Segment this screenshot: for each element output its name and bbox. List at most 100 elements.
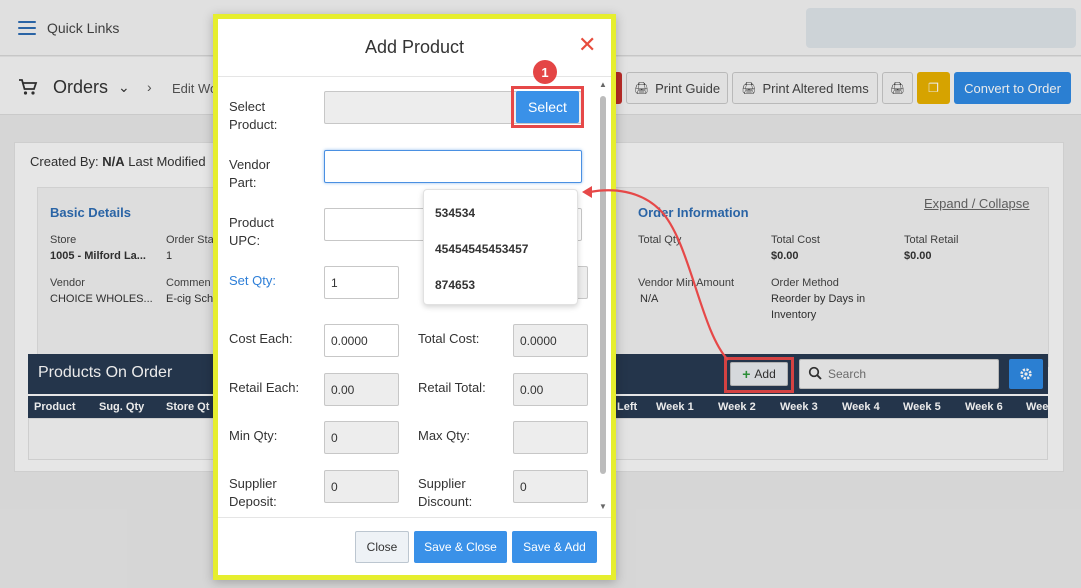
search-box[interactable] — [799, 359, 999, 389]
column-header[interactable]: Store Qt — [166, 401, 209, 413]
supplier-discount-field — [513, 470, 588, 503]
max-qty-label: Max Qty: — [418, 428, 471, 443]
cost-each-label: Cost Each: — [229, 331, 293, 346]
settings-button[interactable] — [1009, 359, 1043, 389]
column-header[interactable]: Product — [34, 401, 76, 413]
column-header[interactable]: Week 5 — [903, 401, 941, 413]
retail-total-field — [513, 373, 588, 406]
scroll-thumb[interactable] — [600, 96, 606, 474]
supplier-deposit-label-line1: Supplier — [229, 476, 277, 491]
search-icon — [808, 366, 822, 380]
print-guide-button[interactable]: 🖨 Print Guide — [626, 72, 728, 104]
modal-footer: Close Save & Close Save & Add — [218, 517, 611, 575]
column-header[interactable]: Week 2 — [718, 401, 756, 413]
select-product-label-line1: Select — [229, 99, 266, 114]
created-by-value: N/A — [102, 154, 125, 169]
vendor-value: CHOICE WHOLES... — [50, 293, 153, 305]
print-guide-label: Print Guide — [655, 80, 721, 96]
store-value: 1005 - Milford La... — [50, 250, 146, 262]
scroll-down-icon[interactable]: ▼ — [598, 502, 608, 511]
max-qty-field — [513, 421, 588, 454]
save-and-add-button[interactable]: Save & Add — [512, 531, 597, 563]
convert-to-order-button[interactable]: Convert to Order — [954, 72, 1071, 104]
copy-button[interactable]: ❐ — [917, 72, 950, 104]
chevron-down-icon[interactable]: ⌄ — [118, 79, 130, 96]
suggestion-item[interactable]: 874653 — [435, 278, 475, 292]
cart-icon — [19, 79, 38, 95]
select-product-label-line2: Product: — [229, 117, 278, 132]
products-on-order-title: Products On Order — [38, 364, 173, 381]
column-header[interactable]: Sug. Qty — [99, 401, 144, 413]
modal-scrollbar[interactable]: ▲ ▼ — [598, 80, 608, 514]
suggestion-item[interactable]: 45454545453457 — [435, 242, 528, 256]
created-by-prefix: Created By: — [30, 154, 103, 169]
last-modified-label: Last Modified — [124, 154, 206, 169]
column-header[interactable]: Week 1 — [656, 401, 694, 413]
save-and-close-button[interactable]: Save & Close — [414, 531, 507, 563]
printer-icon: 🖨 — [633, 81, 650, 95]
scroll-up-icon[interactable]: ▲ — [598, 80, 608, 89]
close-button[interactable]: Close — [355, 531, 409, 563]
set-qty-input[interactable] — [324, 266, 399, 299]
quick-links-label[interactable]: Quick Links — [47, 20, 119, 36]
retail-each-field — [324, 373, 399, 406]
print-altered-items-button[interactable]: 🖨 Print Altered Items — [732, 72, 878, 104]
supplier-discount-label: Supplier Discount: — [418, 475, 472, 511]
modal-title: Add Product — [364, 37, 465, 57]
total-qty-label: Total Qty — [638, 234, 682, 246]
supplier-deposit-field — [324, 470, 399, 503]
select-product-label: Select Product: — [229, 98, 277, 134]
set-qty-link[interactable]: Set Qty: — [229, 272, 276, 290]
close-icon[interactable]: ✕ — [578, 34, 596, 56]
order-method-label: Order Method — [771, 277, 839, 289]
total-retail-value: $0.00 — [904, 250, 932, 262]
hamburger-menu-icon[interactable] — [18, 21, 36, 35]
copy-icon: ❐ — [928, 81, 939, 95]
select-button-highlight — [511, 86, 584, 128]
total-cost-field — [513, 324, 588, 357]
order-status-label: Order Sta — [166, 234, 214, 246]
column-header[interactable]: Left — [617, 401, 637, 413]
vendor-part-input[interactable] — [324, 150, 582, 183]
add-button-highlight — [724, 357, 794, 393]
total-cost-value: $0.00 — [771, 250, 799, 262]
column-header[interactable]: Wee — [1026, 401, 1048, 413]
column-header[interactable]: Week 4 — [842, 401, 880, 413]
expand-collapse-link[interactable]: Expand / Collapse — [924, 196, 1030, 211]
vendor-part-label-line2: Part: — [229, 175, 257, 190]
gear-icon — [1020, 368, 1032, 380]
column-header[interactable]: Week 6 — [965, 401, 1003, 413]
step-badge: 1 — [533, 60, 557, 84]
order-information-title: Order Information — [638, 205, 749, 220]
total-retail-label: Total Retail — [904, 234, 959, 246]
printer-icon: 🖨 — [889, 81, 906, 95]
order-method-value-cont: Inventory — [771, 309, 817, 321]
print-button[interactable]: 🖨 — [882, 72, 913, 104]
vendor-min-amount-label: Vendor Min Amount — [638, 277, 735, 289]
order-status-value: 1 — [166, 250, 173, 262]
min-qty-field — [324, 421, 399, 454]
retail-total-label: Retail Total: — [418, 380, 486, 395]
supplier-discount-label-line2: Discount: — [418, 494, 473, 509]
product-upc-label-line1: Product — [229, 215, 274, 230]
product-upc-label-line2: UPC: — [229, 233, 261, 248]
basic-details-title: Basic Details — [50, 205, 131, 220]
vendor-min-amount-value: N/A — [640, 293, 659, 305]
page-title: Orders — [53, 77, 109, 97]
retail-each-label: Retail Each: — [229, 380, 300, 395]
order-method-value: Reorder by Days in — [771, 293, 866, 305]
search-input[interactable] — [828, 364, 993, 384]
breadcrumb-item[interactable]: Edit Wo — [172, 81, 217, 96]
cost-each-input[interactable] — [324, 324, 399, 357]
total-cost-label: Total Cost: — [418, 331, 480, 346]
supplier-deposit-label-line2: Deposit: — [229, 494, 277, 509]
column-header[interactable]: Week 3 — [780, 401, 818, 413]
supplier-deposit-label: Supplier Deposit: — [229, 475, 277, 511]
top-right-area — [806, 8, 1076, 48]
min-qty-label: Min Qty: — [229, 428, 278, 443]
created-by-line: Created By: N/A Last Modified — [30, 154, 206, 169]
printer-icon: 🖨 — [741, 81, 757, 95]
comment-label: Commen — [166, 277, 211, 289]
suggestion-item[interactable]: 534534 — [435, 206, 475, 220]
total-cost-label: Total Cost — [771, 234, 820, 246]
